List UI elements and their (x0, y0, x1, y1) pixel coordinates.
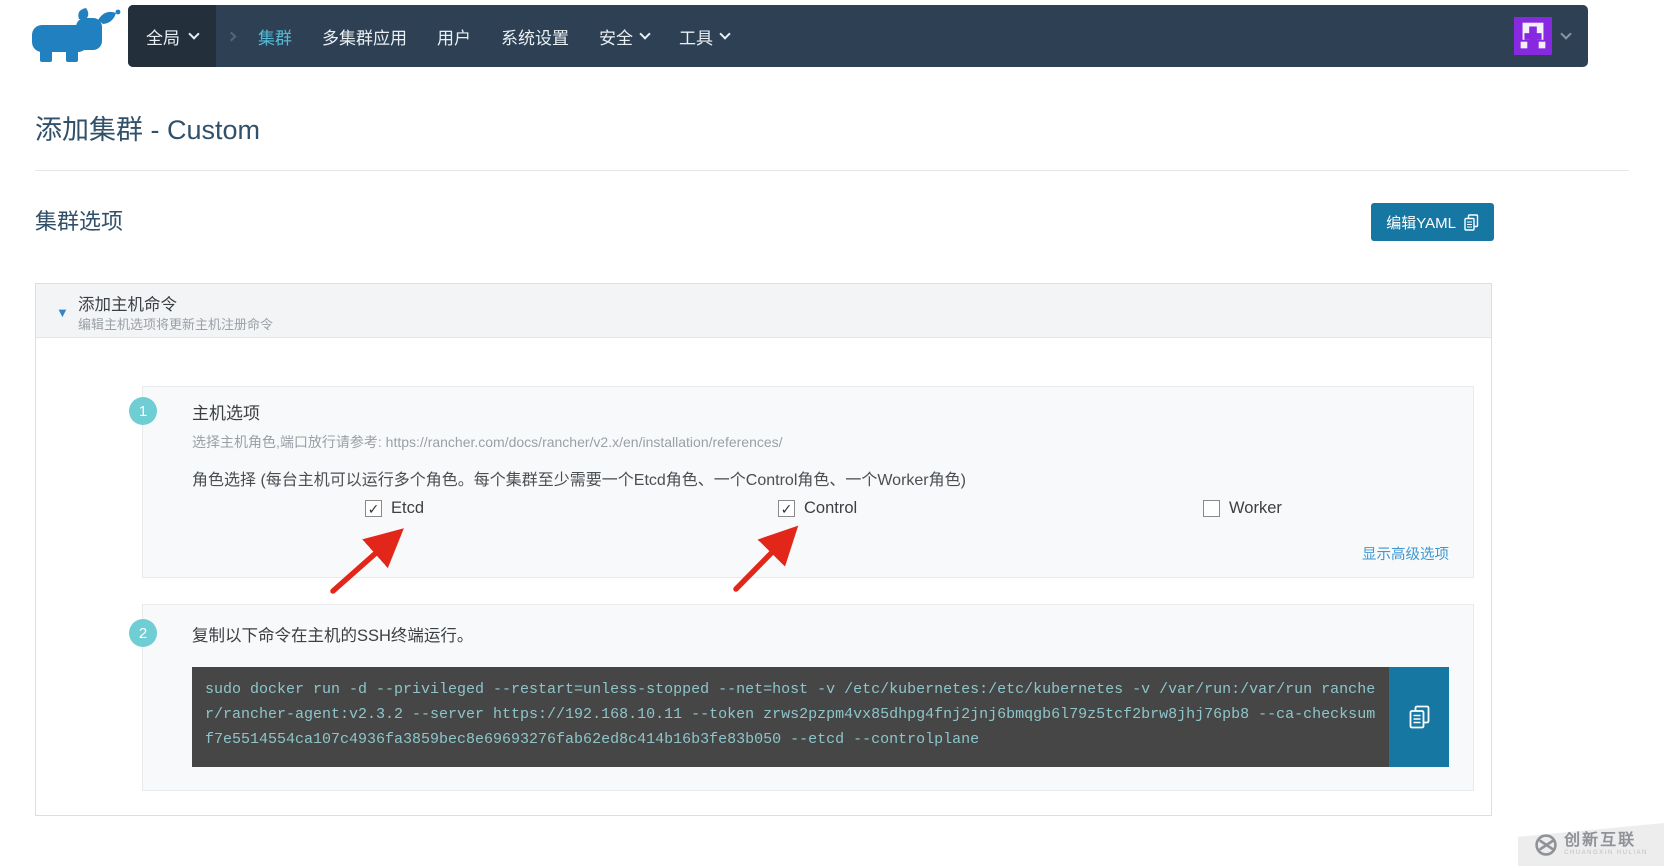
rancher-logo[interactable] (30, 8, 122, 64)
circle-x-icon (1535, 833, 1557, 856)
nav-item-label: 全局 (146, 28, 180, 48)
watermark-subtext: CHUANGXIN HULIAN (1564, 849, 1648, 856)
worker-checkbox[interactable] (1203, 500, 1220, 517)
nav-item-tools[interactable]: 工具 (679, 24, 731, 49)
step1-hint: 选择主机角色,端口放行请参考: https://rancher.com/docs… (192, 434, 783, 450)
chevron-down-icon (639, 27, 651, 40)
step1-number-badge: 1 (129, 397, 157, 425)
worker-role-option[interactable]: Worker (1203, 499, 1282, 518)
step2-number-badge: 2 (129, 619, 157, 647)
clipboard-icon (1464, 213, 1479, 231)
step2-title: 复制以下命令在主机的SSH终端运行。 (192, 627, 474, 645)
nav-item-label: 系统设置 (501, 28, 569, 48)
watermark-name: 创新互联 (1564, 831, 1637, 849)
chevron-down-icon (719, 27, 731, 40)
caret-down-icon: ▼ (56, 305, 69, 320)
user-menu[interactable] (1514, 17, 1588, 55)
nav-item-clusters[interactable]: 集群 (258, 24, 292, 49)
control-label: Control (804, 499, 858, 517)
panel-title: 添加主机命令 (78, 296, 177, 314)
nav-item-security[interactable]: 安全 (599, 24, 651, 49)
breadcrumb-separator-icon (226, 31, 237, 41)
cluster-options-heading: 集群选项 (35, 209, 124, 234)
edit-yaml-button[interactable]: 编辑YAML (1371, 203, 1494, 241)
nav-item-global[interactable]: 全局 (128, 5, 216, 67)
etcd-role-option[interactable]: Etcd (365, 499, 424, 518)
nav-item-label: 用户 (437, 28, 471, 48)
panel-collapse-header[interactable]: ▼ 添加主机命令 编辑主机选项将更新主机注册命令 (36, 284, 1491, 338)
add-host-command-panel: ▼ 添加主机命令 编辑主机选项将更新主机注册命令 1 主机选项 选择主机角色,端… (35, 283, 1492, 816)
nav-item-label: 安全 (599, 28, 633, 48)
docker-run-command[interactable]: sudo docker run -d --privileged --restar… (192, 667, 1389, 767)
site-watermark: 创新互联 CHUANGXIN HULIAN (1518, 823, 1664, 866)
chevron-down-icon (188, 27, 200, 40)
control-role-option[interactable]: Control (778, 499, 857, 518)
clipboard-icon (1409, 705, 1429, 729)
nav-item-label: 多集群应用 (322, 28, 407, 48)
nav-item-settings[interactable]: 系统设置 (501, 24, 569, 49)
top-nav-bar: 全局 集群 多集群应用 用户 系统设置 安全 工具 (128, 5, 1588, 67)
step2-run-command-box: 2 复制以下命令在主机的SSH终端运行。 sudo docker run -d … (129, 604, 1474, 791)
page-title: 添加集群 - Custom (35, 115, 261, 145)
nav-item-users[interactable]: 用户 (437, 24, 471, 49)
command-block: sudo docker run -d --privileged --restar… (192, 667, 1449, 767)
nav-item-label: 工具 (679, 28, 713, 48)
copy-command-button[interactable] (1389, 667, 1449, 767)
panel-subtitle: 编辑主机选项将更新主机注册命令 (78, 317, 274, 332)
step1-host-options-box: 1 主机选项 选择主机角色,端口放行请参考: https://rancher.c… (129, 386, 1474, 578)
etcd-label: Etcd (391, 499, 425, 517)
show-advanced-options-link[interactable]: 显示高级选项 (1362, 543, 1449, 564)
control-checkbox[interactable] (778, 500, 795, 517)
chevron-down-icon (1560, 27, 1572, 40)
nav-item-label: 集群 (258, 28, 292, 48)
nav-item-multicluster-apps[interactable]: 多集群应用 (322, 24, 407, 49)
edit-yaml-label: 编辑YAML (1386, 214, 1456, 232)
divider (35, 170, 1629, 171)
role-select-label: 角色选择 (每台主机可以运行多个角色。每个集群至少需要一个Etcd角色、一个Co… (192, 472, 966, 489)
step1-title: 主机选项 (192, 404, 260, 423)
avatar (1514, 17, 1552, 55)
etcd-checkbox[interactable] (365, 500, 382, 517)
worker-label: Worker (1229, 499, 1282, 517)
